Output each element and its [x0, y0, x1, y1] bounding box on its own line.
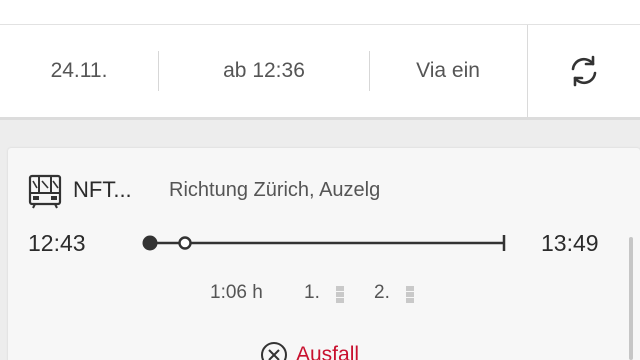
travel-duration: 1:06 h [210, 282, 263, 303]
refresh-icon [571, 55, 597, 87]
intermediate-stop-dot [178, 236, 192, 250]
connection-card[interactable]: NFT... Richtung Zürich, Auzelg 12:43 13:… [8, 148, 640, 360]
scrollbar[interactable] [629, 237, 633, 360]
refresh-button[interactable] [528, 25, 640, 117]
via-selector[interactable]: Via ein [370, 25, 526, 117]
date-label: 24.11. [50, 59, 108, 82]
train-icon [28, 174, 62, 209]
via-label: Via ein [416, 59, 480, 82]
date-selector[interactable]: 24.11. [0, 25, 158, 117]
cancellation-status: Ausfall [260, 340, 359, 360]
first-class-label: 1. [304, 282, 320, 303]
arrival-time: 13:49 [541, 230, 599, 256]
cancel-circle-icon [261, 342, 287, 360]
second-class-label: 2. [374, 282, 390, 303]
search-filter-bar: 24.11. ab 12:36 Via ein [0, 25, 640, 117]
route-timeline [142, 235, 506, 251]
second-class-occupancy-icon [406, 286, 414, 303]
status-text: Ausfall [296, 343, 360, 360]
departure-dot [142, 235, 158, 251]
timetable-screen: 24.11. ab 12:36 Via ein NFT... Richtung … [0, 0, 640, 360]
departure-time: 12:43 [28, 230, 86, 256]
time-selector[interactable]: ab 12:36 [159, 25, 369, 117]
direction-label: Richtung Zürich, Auzelg [169, 179, 381, 201]
time-label: ab 12:36 [223, 59, 305, 82]
first-class-occupancy-icon [336, 286, 344, 303]
connection-header: NFT... Richtung Zürich, Auzelg [8, 172, 640, 212]
bar-shadow [0, 117, 640, 120]
train-name: NFT... [73, 177, 132, 202]
